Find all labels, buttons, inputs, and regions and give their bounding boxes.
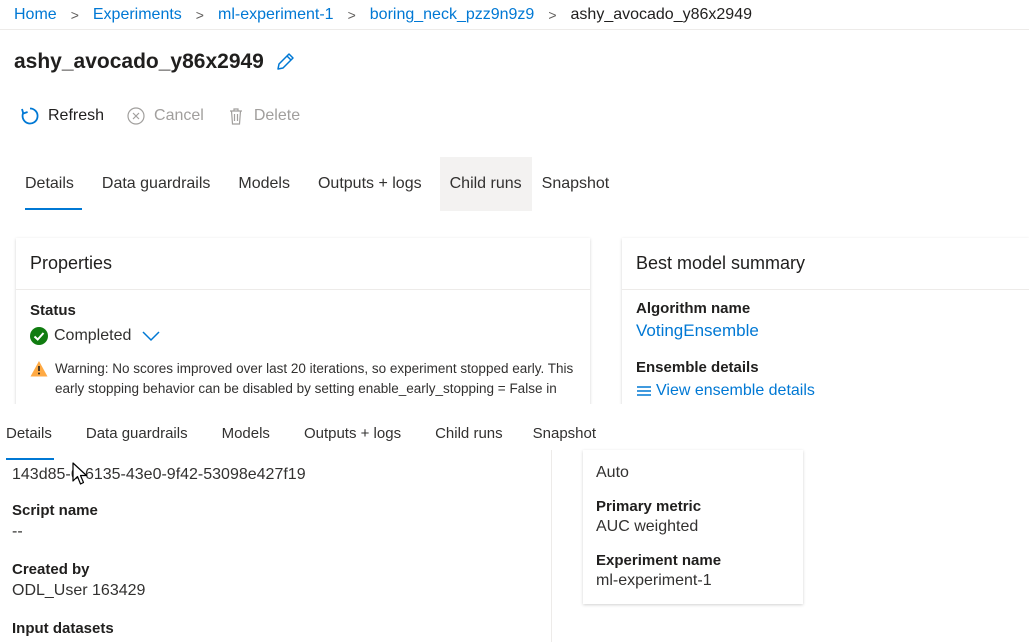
edit-pencil-icon[interactable] <box>274 51 296 73</box>
tab-data-guardrails[interactable]: Data guardrails <box>68 420 204 446</box>
chevron-down-icon[interactable] <box>141 329 161 343</box>
status-value: Completed <box>54 327 132 344</box>
task-type-value: Auto <box>596 464 629 481</box>
tab-snapshot[interactable]: Snapshot <box>532 157 628 211</box>
tab-models[interactable]: Models <box>228 157 308 211</box>
tab-data-guardrails[interactable]: Data guardrails <box>92 157 229 211</box>
column-divider <box>551 450 552 642</box>
tab-child-runs[interactable]: Child runs <box>417 420 519 446</box>
refresh-icon <box>20 106 40 126</box>
breadcrumb-separator: > <box>70 6 79 23</box>
breadcrumb-separator: > <box>195 6 204 23</box>
view-ensemble-details-text: View ensemble details <box>656 382 815 399</box>
status-row: Completed <box>30 327 576 345</box>
scrolled-details-view: Details Data guardrails Models Outputs +… <box>0 404 1029 642</box>
algorithm-name-label: Algorithm name <box>636 300 751 317</box>
best-model-summary-card: Best model summary Algorithm name Voting… <box>622 238 1029 408</box>
refresh-button[interactable]: Refresh <box>20 106 104 126</box>
ensemble-details-label: Ensemble details <box>636 359 759 376</box>
breadcrumb-separator: > <box>347 6 356 23</box>
delete-button[interactable]: Delete <box>226 106 300 126</box>
command-bar: Refresh Cancel Delete <box>20 106 322 126</box>
tab-outputs-logs[interactable]: Outputs + logs <box>286 420 417 446</box>
cancel-icon <box>126 106 146 126</box>
primary-metric-label: Primary metric <box>596 498 702 515</box>
tab-child-runs[interactable]: Child runs <box>439 157 532 211</box>
breadcrumb-current: ashy_avocado_y86x2949 <box>570 5 752 23</box>
sticky-tab-bar: Details Data guardrails Models Outputs +… <box>0 420 612 460</box>
trash-icon <box>226 106 246 126</box>
status-label: Status <box>30 302 76 319</box>
created-by-value: ODL_User 163429 <box>12 582 146 599</box>
warning-text-line1: Warning: No scores improved over last 20… <box>55 361 574 376</box>
tab-outputs-logs[interactable]: Outputs + logs <box>308 157 440 211</box>
properties-header: Properties <box>16 238 590 290</box>
experiment-name-label: Experiment name <box>596 552 722 569</box>
right-summary-card: Auto Primary metric AUC weighted Experim… <box>583 450 803 604</box>
script-name-value: -- <box>12 523 23 540</box>
title-row: ashy_avocado_y86x2949 <box>14 50 296 74</box>
input-datasets-label: Input datasets <box>12 620 114 637</box>
breadcrumb-experiment[interactable]: ml-experiment-1 <box>218 6 334 24</box>
cancel-label: Cancel <box>154 107 204 124</box>
best-model-header: Best model summary <box>622 238 1029 290</box>
tab-snapshot[interactable]: Snapshot <box>519 420 612 446</box>
primary-metric-value: AUC weighted <box>596 518 699 535</box>
script-name-label: Script name <box>12 502 98 519</box>
page-title: ashy_avocado_y86x2949 <box>14 50 264 73</box>
breadcrumb: Home > Experiments > ml-experiment-1 > b… <box>0 0 1029 30</box>
view-ensemble-details-link[interactable]: View ensemble details <box>636 382 1015 400</box>
properties-card: Properties Status Completed Warning: No … <box>16 238 590 408</box>
warning-icon <box>30 360 48 378</box>
delete-label: Delete <box>253 107 301 124</box>
experiment-name-value: ml-experiment-1 <box>596 572 712 589</box>
breadcrumb-home[interactable]: Home <box>14 6 57 24</box>
tab-details[interactable]: Details <box>15 157 92 211</box>
breadcrumb-experiments[interactable]: Experiments <box>93 6 182 24</box>
warning-text-line2: early stopping behavior can be disabled … <box>55 381 557 396</box>
cancel-button[interactable]: Cancel <box>126 106 204 126</box>
left-properties-list: 143d85-6-6135-43e0-9f42-53098e427f19 Scr… <box>12 466 306 637</box>
early-stopping-warning: Warning: No scores improved over last 20… <box>30 359 576 399</box>
algorithm-name-link[interactable]: VotingEnsemble <box>636 321 1015 341</box>
breadcrumb-parent-run[interactable]: boring_neck_pzz9n9z9 <box>370 6 535 24</box>
run-id-value: 143d85-6-6135-43e0-9f42-53098e427f19 <box>12 466 306 483</box>
check-circle-icon <box>30 327 48 345</box>
tab-models[interactable]: Models <box>204 420 286 446</box>
tab-details[interactable]: Details <box>0 420 68 460</box>
breadcrumb-separator: > <box>548 6 557 23</box>
list-icon <box>636 384 652 398</box>
refresh-label: Refresh <box>48 107 105 124</box>
mouse-cursor-icon <box>72 462 88 485</box>
tab-bar: Details Data guardrails Models Outputs +… <box>15 157 627 211</box>
created-by-label: Created by <box>12 561 90 578</box>
